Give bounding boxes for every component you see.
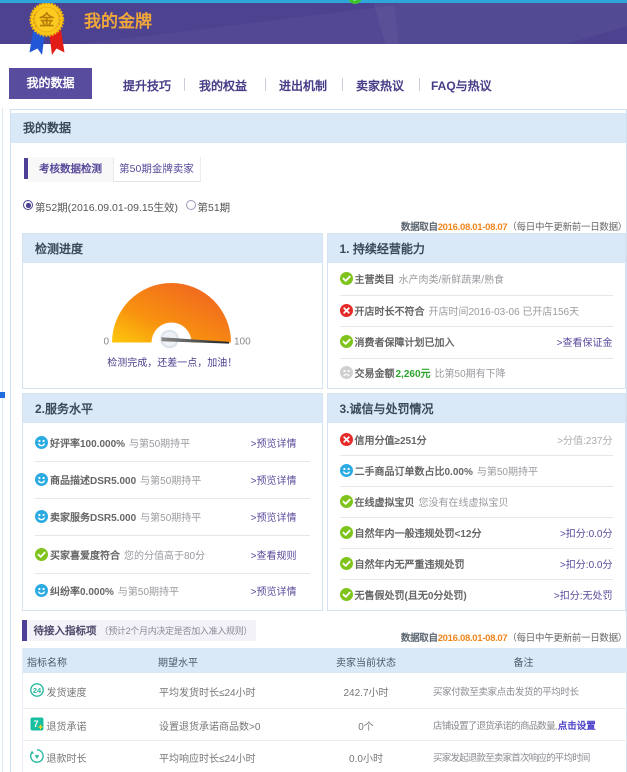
svg-text:0: 0 [103,336,109,347]
svg-text:金: 金 [38,11,55,29]
svg-text:100: 100 [234,336,251,347]
